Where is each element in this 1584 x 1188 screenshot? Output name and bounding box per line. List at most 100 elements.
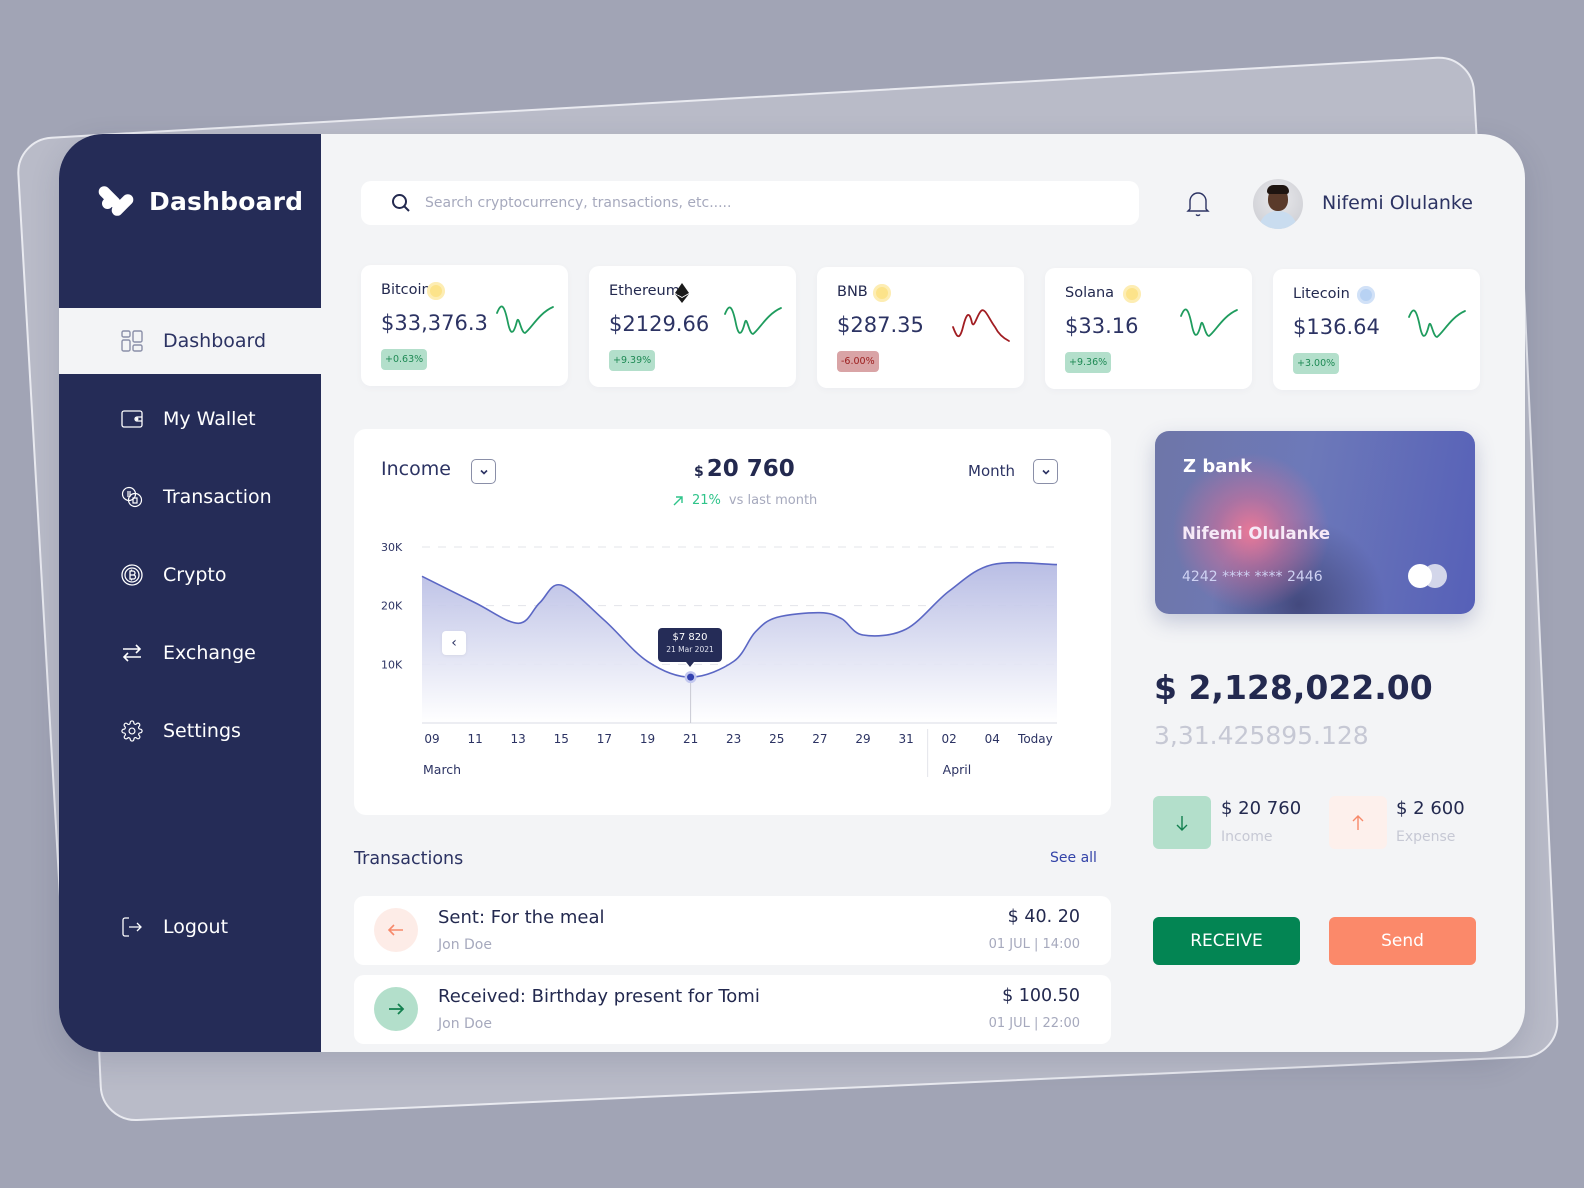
- x-tick-label: 19: [640, 732, 655, 746]
- change-badge: -6.00%: [837, 351, 879, 372]
- gear-icon: [121, 720, 143, 742]
- search-bar[interactable]: [361, 181, 1139, 225]
- coin-card-bitcoin[interactable]: Bitcoin $33,376.3 +0.63%: [361, 265, 568, 386]
- y-tick-label: 20K: [381, 600, 403, 613]
- coin-name: Bitcoin: [381, 282, 431, 298]
- transaction-row[interactable]: Received: Birthday present for Tomi Jon …: [354, 975, 1111, 1044]
- change-badge: +0.63%: [381, 349, 428, 370]
- sidebar-item-transaction[interactable]: Transaction: [59, 464, 321, 530]
- logout-icon: [121, 916, 143, 938]
- sidebar-item-exchange[interactable]: Exchange: [59, 620, 321, 686]
- sparkline: [1408, 309, 1466, 338]
- logout-label: Logout: [163, 916, 229, 938]
- x-tick-label: 04: [985, 732, 1000, 746]
- chart-prev-button[interactable]: ‹: [442, 631, 466, 655]
- sidebar-item-label: Settings: [163, 720, 241, 742]
- income-summary-label: Income: [1221, 829, 1273, 845]
- expense-arrow-up-icon: [1329, 796, 1387, 849]
- bell-icon: [1186, 192, 1210, 217]
- wallet-icon: [121, 408, 143, 430]
- sidebar-item-dashboard[interactable]: Dashboard: [59, 308, 321, 374]
- x-tick-label: 31: [898, 732, 913, 746]
- solana-logo-icon: [1123, 285, 1141, 303]
- search-icon: [392, 194, 410, 212]
- transaction-party: Jon Doe: [438, 1016, 492, 1032]
- transaction-title: Sent: For the meal: [438, 907, 605, 928]
- coin-cards: Bitcoin $33,376.3 +0.63% Ethereum $2129.66 +9…: [361, 265, 1480, 390]
- transaction-amount: $ 100.50: [1002, 986, 1080, 1006]
- transaction-date: 01 JUL | 14:00: [988, 937, 1080, 952]
- chevron-left-icon: ‹: [451, 635, 457, 651]
- card-number: 4242 **** **** 2446: [1182, 569, 1323, 585]
- card-brand-icon: [1408, 564, 1450, 588]
- highlight-point[interactable]: [687, 673, 695, 681]
- transaction-icon: [121, 486, 143, 508]
- x-tick-label: 27: [812, 732, 827, 746]
- coin-price: $33,376.3: [381, 311, 488, 335]
- sidebar-item-my-wallet[interactable]: My Wallet: [59, 386, 321, 452]
- sparkline: [952, 309, 1010, 342]
- coin-name: Solana: [1065, 285, 1115, 301]
- sparkline: [724, 306, 782, 335]
- coin-card-ethereum[interactable]: Ethereum $2129.66 +9.39%: [589, 266, 796, 387]
- avatar[interactable]: [1253, 179, 1303, 229]
- expense-summary-label: Expense: [1396, 829, 1456, 845]
- x-tick-label: 23: [726, 732, 741, 746]
- income-summary-value: $ 20 760: [1221, 798, 1302, 819]
- sparkline: [496, 305, 554, 334]
- coin-name: BNB: [837, 284, 868, 300]
- coin-card-bnb[interactable]: BNB $287.35 -6.00%: [817, 267, 1024, 388]
- change-badge: +9.36%: [1065, 352, 1112, 373]
- bnb-logo-icon: [873, 284, 891, 302]
- x-tick-label: Today: [1017, 732, 1053, 746]
- search-input[interactable]: [425, 195, 1105, 211]
- x-tick-label: 21: [683, 732, 698, 746]
- transaction-party: Jon Doe: [438, 937, 492, 953]
- month-label: March: [423, 762, 461, 777]
- see-all-link[interactable]: See all: [1050, 850, 1097, 866]
- x-tick-label: 02: [942, 732, 957, 746]
- sidebar-item-label: Exchange: [163, 642, 256, 664]
- litecoin-logo-icon: [1357, 286, 1375, 304]
- month-label: April: [943, 762, 972, 777]
- x-tick-label: 25: [769, 732, 784, 746]
- coin-price: $2129.66: [609, 312, 710, 336]
- sidebar-item-settings[interactable]: Settings: [59, 698, 321, 764]
- sidebar-item-label: Crypto: [163, 564, 227, 586]
- transaction-row[interactable]: Sent: For the meal Jon Doe $ 40. 20 01 J…: [354, 896, 1111, 965]
- y-tick-label: 30K: [381, 541, 403, 554]
- coin-price: $33.16: [1065, 314, 1139, 338]
- bank-card[interactable]: Z bank Nifemi Olulanke 4242 **** **** 24…: [1155, 431, 1475, 614]
- card-holder: Nifemi Olulanke: [1182, 524, 1331, 543]
- transaction-amount: $ 40. 20: [1007, 907, 1080, 927]
- y-tick-label: 10K: [381, 658, 403, 671]
- coin-card-litecoin[interactable]: Litecoin $136.64 +3.00%: [1273, 269, 1480, 390]
- transaction-date: 01 JUL | 22:00: [988, 1016, 1080, 1031]
- x-tick-label: 15: [554, 732, 569, 746]
- x-tick-label: 13: [511, 732, 526, 746]
- coin-price: $287.35: [837, 313, 924, 337]
- transaction-title: Received: Birthday present for Tomi: [438, 986, 760, 1007]
- transactions-title: Transactions: [354, 849, 464, 869]
- sidebar-nav: Dashboard My Wallet Transaction Crypto E…: [59, 308, 321, 776]
- coin-name: Litecoin: [1293, 286, 1350, 302]
- logout-button[interactable]: Logout: [59, 894, 321, 960]
- x-tick-label: 09: [424, 732, 439, 746]
- send-button[interactable]: Send: [1329, 917, 1476, 965]
- exchange-arrows-icon: [121, 642, 143, 664]
- notification-button[interactable]: [1184, 188, 1212, 218]
- income-chart: 30K 20K 10K 09 11 13 15 17 19 21 23 25 27 29 31 02 04 Tod…: [381, 541, 1058, 777]
- sent-arrow-icon: [374, 908, 418, 952]
- x-tick-label: 29: [855, 732, 870, 746]
- receive-button[interactable]: RECEIVE: [1153, 917, 1300, 965]
- total-balance: $ 2,128,022.00: [1154, 668, 1433, 707]
- change-badge: +9.39%: [609, 350, 656, 371]
- x-tick-label: 17: [597, 732, 612, 746]
- user-name[interactable]: Nifemi Olulanke: [1322, 192, 1473, 214]
- balance-secondary: 3,31.425895.128: [1154, 721, 1369, 750]
- coin-card-solana[interactable]: Solana $33.16 +9.36%: [1045, 268, 1252, 389]
- bitcoin-coin-icon: [121, 564, 143, 586]
- sidebar-item-crypto[interactable]: Crypto: [59, 542, 321, 608]
- chart-tooltip: $7 820 21 Mar 2021: [658, 628, 722, 667]
- sidebar-item-label: Dashboard: [163, 330, 267, 352]
